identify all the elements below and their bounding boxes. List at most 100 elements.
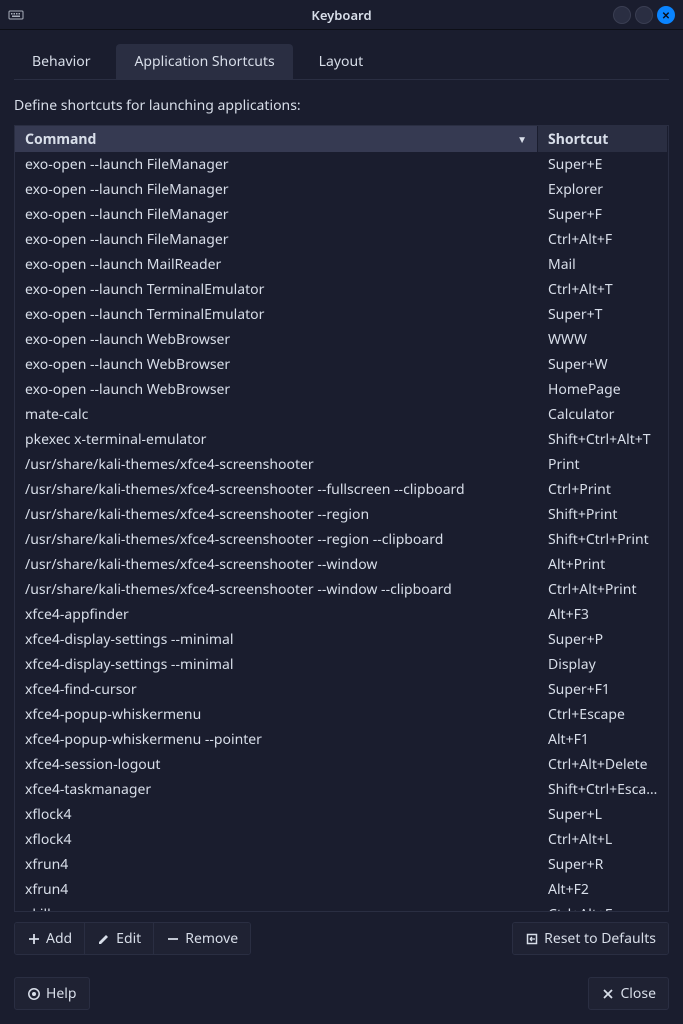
table-row[interactable]: /usr/share/kali-themes/xfce4-screenshoot… bbox=[15, 452, 668, 477]
table-row[interactable]: exo-open --launch FileManagerSuper+E bbox=[15, 152, 668, 177]
table-row[interactable]: xfce4-display-settings --minimalDisplay bbox=[15, 652, 668, 677]
table-row[interactable]: xfce4-appfinderAlt+F3 bbox=[15, 602, 668, 627]
table-row[interactable]: xfce4-session-logoutCtrl+Alt+Delete bbox=[15, 752, 668, 777]
help-button-label: Help bbox=[46, 984, 77, 1003]
cell-shortcut: Super+T bbox=[538, 302, 668, 327]
close-window-button[interactable] bbox=[657, 6, 675, 24]
tab-layout[interactable]: Layout bbox=[301, 44, 382, 79]
table-row[interactable]: xfce4-display-settings --minimalSuper+P bbox=[15, 627, 668, 652]
table-row[interactable]: exo-open --launch MailReaderMail bbox=[15, 252, 668, 277]
column-header-command-label: Command bbox=[25, 130, 96, 149]
cell-command: /usr/share/kali-themes/xfce4-screenshoot… bbox=[15, 577, 538, 602]
cell-shortcut: Ctrl+Escape bbox=[538, 702, 668, 727]
cell-shortcut: Ctrl+Alt+Print bbox=[538, 577, 668, 602]
cell-command: xfce4-find-cursor bbox=[15, 677, 538, 702]
table-row[interactable]: xfce4-popup-whiskermenu --pointerAlt+F1 bbox=[15, 727, 668, 752]
remove-button-label: Remove bbox=[185, 929, 238, 948]
table-row[interactable]: /usr/share/kali-themes/xfce4-screenshoot… bbox=[15, 502, 668, 527]
table-row[interactable]: exo-open --launch WebBrowserHomePage bbox=[15, 377, 668, 402]
titlebar: Keyboard bbox=[0, 0, 683, 30]
table-row[interactable]: /usr/share/kali-themes/xfce4-screenshoot… bbox=[15, 527, 668, 552]
cell-command: xfce4-session-logout bbox=[15, 752, 538, 777]
tab-behavior[interactable]: Behavior bbox=[14, 44, 108, 79]
cell-shortcut: Ctrl+Print bbox=[538, 477, 668, 502]
cell-command: exo-open --launch WebBrowser bbox=[15, 352, 538, 377]
table-row[interactable]: xflock4Ctrl+Alt+L bbox=[15, 827, 668, 852]
cell-shortcut: Calculator bbox=[538, 402, 668, 427]
table-row[interactable]: xfrun4Alt+F2 bbox=[15, 877, 668, 902]
cell-shortcut: Display bbox=[538, 652, 668, 677]
revert-icon bbox=[525, 932, 539, 946]
cell-command: xfce4-appfinder bbox=[15, 602, 538, 627]
table-row[interactable]: xfce4-taskmanagerShift+Ctrl+Escape bbox=[15, 777, 668, 802]
cell-command: exo-open --launch WebBrowser bbox=[15, 327, 538, 352]
cell-shortcut: Explorer bbox=[538, 177, 668, 202]
sort-descending-icon: ▼ bbox=[517, 132, 527, 146]
cell-command: xfrun4 bbox=[15, 852, 538, 877]
cell-command: xfce4-popup-whiskermenu --pointer bbox=[15, 727, 538, 752]
cell-shortcut: HomePage bbox=[538, 377, 668, 402]
cell-shortcut: Alt+F1 bbox=[538, 727, 668, 752]
close-button-label: Close bbox=[620, 984, 656, 1003]
cell-command: xkill bbox=[15, 902, 538, 912]
cell-shortcut: Ctrl+Alt+T bbox=[538, 277, 668, 302]
minimize-button[interactable] bbox=[613, 6, 631, 24]
table-row[interactable]: exo-open --launch WebBrowserSuper+W bbox=[15, 352, 668, 377]
maximize-button[interactable] bbox=[635, 6, 653, 24]
help-icon bbox=[27, 987, 41, 1001]
cell-shortcut: Ctrl+Alt+L bbox=[538, 827, 668, 852]
cell-shortcut: Super+F bbox=[538, 202, 668, 227]
cell-command: /usr/share/kali-themes/xfce4-screenshoot… bbox=[15, 502, 538, 527]
cell-command: exo-open --launch TerminalEmulator bbox=[15, 277, 538, 302]
cell-command: /usr/share/kali-themes/xfce4-screenshoot… bbox=[15, 552, 538, 577]
table-row[interactable]: exo-open --launch WebBrowserWWW bbox=[15, 327, 668, 352]
action-button-row: Add Edit Remove bbox=[14, 922, 669, 955]
close-button[interactable]: Close bbox=[588, 977, 669, 1010]
table-row[interactable]: xkillCtrl+Alt+Escape bbox=[15, 902, 668, 912]
table-row[interactable]: /usr/share/kali-themes/xfce4-screenshoot… bbox=[15, 552, 668, 577]
table-header: Command ▼ Shortcut bbox=[15, 126, 668, 152]
table-body: exo-open --launch FileManagerSuper+Eexo-… bbox=[15, 152, 668, 912]
table-row[interactable]: xfrun4Super+R bbox=[15, 852, 668, 877]
table-row[interactable]: xfce4-find-cursorSuper+F1 bbox=[15, 677, 668, 702]
column-header-shortcut[interactable]: Shortcut bbox=[538, 126, 668, 152]
table-row[interactable]: exo-open --launch FileManagerSuper+F bbox=[15, 202, 668, 227]
table-row[interactable]: /usr/share/kali-themes/xfce4-screenshoot… bbox=[15, 477, 668, 502]
cell-command: xfce4-display-settings --minimal bbox=[15, 652, 538, 677]
cell-shortcut: Super+R bbox=[538, 852, 668, 877]
cell-command: xfce4-popup-whiskermenu bbox=[15, 702, 538, 727]
cell-shortcut: Super+E bbox=[538, 152, 668, 177]
column-header-command[interactable]: Command ▼ bbox=[15, 126, 538, 152]
cell-command: /usr/share/kali-themes/xfce4-screenshoot… bbox=[15, 527, 538, 552]
table-row[interactable]: exo-open --launch TerminalEmulatorSuper+… bbox=[15, 302, 668, 327]
remove-button[interactable]: Remove bbox=[154, 923, 250, 954]
help-button[interactable]: Help bbox=[14, 977, 90, 1010]
reset-button-label: Reset to Defaults bbox=[544, 929, 656, 948]
cell-shortcut: Super+P bbox=[538, 627, 668, 652]
cell-command: /usr/share/kali-themes/xfce4-screenshoot… bbox=[15, 452, 538, 477]
edit-button[interactable]: Edit bbox=[85, 923, 154, 954]
edit-button-label: Edit bbox=[116, 929, 141, 948]
table-row[interactable]: /usr/share/kali-themes/xfce4-screenshoot… bbox=[15, 577, 668, 602]
dialog-footer: Help Close bbox=[0, 969, 683, 1024]
table-row[interactable]: xfce4-popup-whiskermenuCtrl+Escape bbox=[15, 702, 668, 727]
cell-shortcut: Shift+Ctrl+Print bbox=[538, 527, 668, 552]
content-area: Behavior Application Shortcuts Layout De… bbox=[0, 30, 683, 969]
cell-shortcut: Shift+Ctrl+Alt+T bbox=[538, 427, 668, 452]
cell-command: exo-open --launch FileManager bbox=[15, 152, 538, 177]
table-row[interactable]: mate-calcCalculator bbox=[15, 402, 668, 427]
table-row[interactable]: exo-open --launch FileManagerCtrl+Alt+F bbox=[15, 227, 668, 252]
table-row[interactable]: exo-open --launch TerminalEmulatorCtrl+A… bbox=[15, 277, 668, 302]
table-row[interactable]: xflock4Super+L bbox=[15, 802, 668, 827]
edit-button-group: Add Edit Remove bbox=[14, 922, 251, 955]
tab-bar: Behavior Application Shortcuts Layout bbox=[14, 44, 669, 80]
table-row[interactable]: exo-open --launch FileManagerExplorer bbox=[15, 177, 668, 202]
window-title: Keyboard bbox=[311, 6, 371, 24]
tab-application-shortcuts[interactable]: Application Shortcuts bbox=[116, 44, 292, 79]
table-row[interactable]: pkexec x-terminal-emulatorShift+Ctrl+Alt… bbox=[15, 427, 668, 452]
cell-command: exo-open --launch TerminalEmulator bbox=[15, 302, 538, 327]
cell-shortcut: Super+W bbox=[538, 352, 668, 377]
reset-defaults-button[interactable]: Reset to Defaults bbox=[513, 923, 668, 954]
window-controls bbox=[613, 6, 675, 24]
add-button[interactable]: Add bbox=[15, 923, 85, 954]
